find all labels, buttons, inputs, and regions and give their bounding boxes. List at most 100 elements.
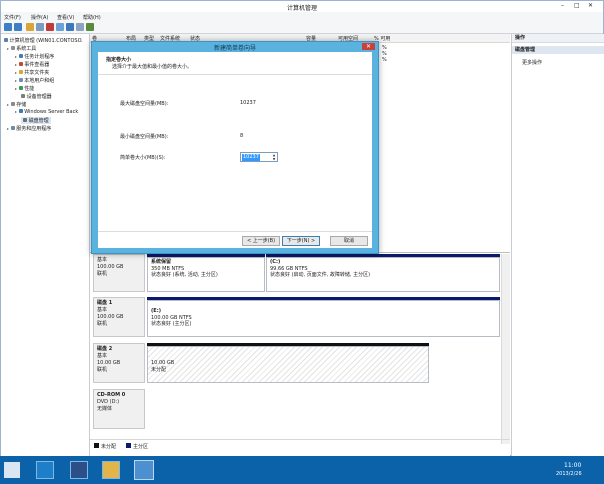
delete-icon[interactable] — [46, 23, 54, 31]
menu-action[interactable]: 操作(A) — [31, 14, 48, 21]
tree-windows-backup[interactable]: Windows Server Back — [15, 109, 78, 115]
expand-arrow-icon — [15, 64, 17, 66]
tree-system-tools-label: 系统工具 — [16, 46, 37, 52]
expand-arrow-icon — [15, 88, 17, 90]
disk-1-name: 磁盘 1 — [97, 300, 113, 306]
expand-arrow-icon — [7, 128, 9, 130]
tree-shared-folders[interactable]: 共享文件夹 — [15, 69, 49, 76]
volume-state: 状态良好 (主分区) — [151, 321, 192, 327]
tree-event-viewer[interactable]: 事件查看器 — [15, 61, 49, 68]
tree-task-scheduler[interactable]: 任务计划程序 — [15, 53, 54, 60]
toolbar — [1, 21, 603, 34]
disk-1-status: 联机 — [97, 321, 108, 327]
tree-device-manager-label: 设备管理器 — [26, 94, 52, 100]
storage-icon — [10, 102, 15, 106]
forward-icon[interactable] — [14, 23, 22, 31]
disk-2-unallocated[interactable]: 10.00 GB 未分配 — [147, 346, 429, 383]
legend-unallocated: 未分配 — [101, 444, 117, 450]
dialog-heading: 指定卷大小 — [106, 57, 132, 63]
disk-0-system-reserved[interactable]: 系统保留 350 MB NTFS 状态良好 (系统, 活动, 主分区) — [147, 257, 265, 292]
more-actions-link[interactable]: 更多操作 — [522, 59, 542, 66]
tree-task-scheduler-label: 任务计划程序 — [24, 54, 55, 60]
dialog-body: 指定卷大小 选择介于最大值和最小值的卷大小。 最大磁盘空间量(MB): 1023… — [98, 52, 372, 248]
expand-arrow-icon — [15, 80, 17, 82]
tree-event-viewer-label: 事件查看器 — [24, 62, 50, 68]
powershell-icon[interactable] — [70, 461, 88, 479]
tree-root[interactable]: 计算机管理 (WIN01.CONTOSO. — [4, 37, 83, 44]
start-icon[interactable] — [4, 462, 20, 478]
disk-1-size: 100.00 GB — [97, 314, 124, 320]
collapse-arrow-icon — [7, 104, 9, 106]
back-button[interactable]: < 上一步(B) — [242, 236, 280, 246]
tree-local-users-label: 本地用户和组 — [24, 78, 55, 84]
performance-icon — [18, 86, 23, 90]
disk-1-type: 基本 — [97, 307, 108, 313]
export-icon[interactable] — [86, 23, 94, 31]
next-button[interactable]: 下一步(N) > — [282, 236, 320, 246]
unallocated-swatch — [94, 443, 99, 448]
tree-disk-management[interactable]: 磁盘管理 — [21, 117, 51, 124]
primary-swatch — [126, 443, 131, 448]
disk-2-size: 10.00 GB — [97, 360, 121, 366]
cdrom-type: DVD (D:) — [97, 399, 120, 405]
dialog-subheading: 选择介于最大值和最小值的卷大小。 — [112, 64, 193, 70]
disk-1-volume-e[interactable]: (E:) 100.00 GB NTFS 状态良好 (主分区) — [147, 300, 500, 337]
disk-2-label[interactable]: 磁盘 2 基本 10.00 GB 联机 — [93, 343, 145, 383]
clock-time[interactable]: 11:00 — [564, 462, 581, 469]
tree-device-manager[interactable]: 设备管理器 — [21, 93, 52, 100]
menu-help[interactable]: 帮助(H) — [83, 14, 101, 21]
tree-services-label: 服务和应用程序 — [16, 126, 52, 132]
legend-primary: 主分区 — [133, 444, 149, 450]
spin-down-icon[interactable]: ▼ — [271, 157, 277, 161]
users-icon — [18, 78, 23, 82]
minimize-button[interactable]: – — [561, 2, 564, 9]
menu-view[interactable]: 查看(V) — [57, 14, 74, 21]
clock-date[interactable]: 2013/2/26 — [556, 471, 582, 477]
disk-0-label[interactable]: 基本 100.00 GB 联机 — [93, 254, 145, 292]
shared-folder-icon — [18, 70, 23, 74]
maximize-button[interactable]: □ — [574, 2, 580, 9]
vertical-scrollbar[interactable] — [501, 254, 510, 444]
max-space-label: 最大磁盘空间量(MB): — [120, 101, 169, 107]
server-manager-icon[interactable] — [36, 461, 54, 479]
cancel-button[interactable]: 取消 — [330, 236, 368, 246]
folder-up-icon[interactable] — [26, 23, 34, 31]
disk-0-status: 联机 — [97, 271, 108, 277]
tree-services-apps[interactable]: 服务和应用程序 — [7, 125, 51, 132]
backup-icon — [18, 109, 23, 113]
tree-local-users[interactable]: 本地用户和组 — [15, 77, 54, 84]
menu-file[interactable]: 文件(F) — [4, 14, 21, 21]
dialog-header: 指定卷大小 选择介于最大值和最小值的卷大小。 — [98, 52, 372, 75]
dialog-title: 新建简单卷向导 — [213, 45, 256, 52]
volume-size-label: 简单卷大小(MB)(S): — [120, 155, 166, 161]
max-space-value: 10237 — [240, 100, 256, 106]
volume-size-spinbox[interactable]: 10237 ▲ ▼ — [240, 152, 278, 162]
tree-storage[interactable]: 存储 — [7, 101, 26, 108]
navigation-tree: 计算机管理 (WIN01.CONTOSO. 系统工具 任务计划程序 事件查看器 … — [1, 34, 90, 456]
close-button[interactable]: ✕ — [588, 2, 593, 9]
tree-root-label: 计算机管理 (WIN01.CONTOSO. — [9, 38, 83, 44]
disk-1-label[interactable]: 磁盘 1 基本 100.00 GB 联机 — [93, 297, 145, 337]
computer-management-taskbar-icon[interactable] — [134, 460, 154, 480]
free-pct-row-3: % — [382, 57, 387, 63]
expand-arrow-icon — [15, 111, 17, 113]
properties-icon[interactable] — [56, 23, 64, 31]
clock-icon — [18, 54, 23, 58]
event-viewer-icon — [18, 62, 23, 66]
volume-size-input[interactable]: 10237 — [242, 154, 260, 161]
device-manager-icon — [21, 94, 25, 98]
tree-performance-label: 性能 — [24, 86, 35, 92]
tree-performance[interactable]: 性能 — [15, 85, 34, 92]
tree-system-tools[interactable]: 系统工具 — [7, 45, 36, 52]
actions-section[interactable]: 磁盘管理 — [512, 46, 604, 54]
min-space-label: 最小磁盘空间量(MB): — [120, 134, 169, 140]
show-hide-tree-icon[interactable] — [36, 23, 44, 31]
dialog-close-button[interactable]: ✕ — [362, 43, 375, 50]
cdrom-0-label[interactable]: CD-ROM 0 DVD (D:) 无媒体 — [93, 389, 145, 429]
back-icon[interactable] — [4, 23, 12, 31]
volume-state: 状态良好 (系统, 活动, 主分区) — [151, 272, 218, 278]
disk-0-volume-c[interactable]: (C:) 99.66 GB NTFS 状态良好 (启动, 页面文件, 故障转储,… — [266, 257, 500, 292]
help-icon[interactable] — [66, 23, 74, 31]
refresh-icon[interactable] — [76, 23, 84, 31]
file-explorer-icon[interactable] — [102, 461, 120, 479]
